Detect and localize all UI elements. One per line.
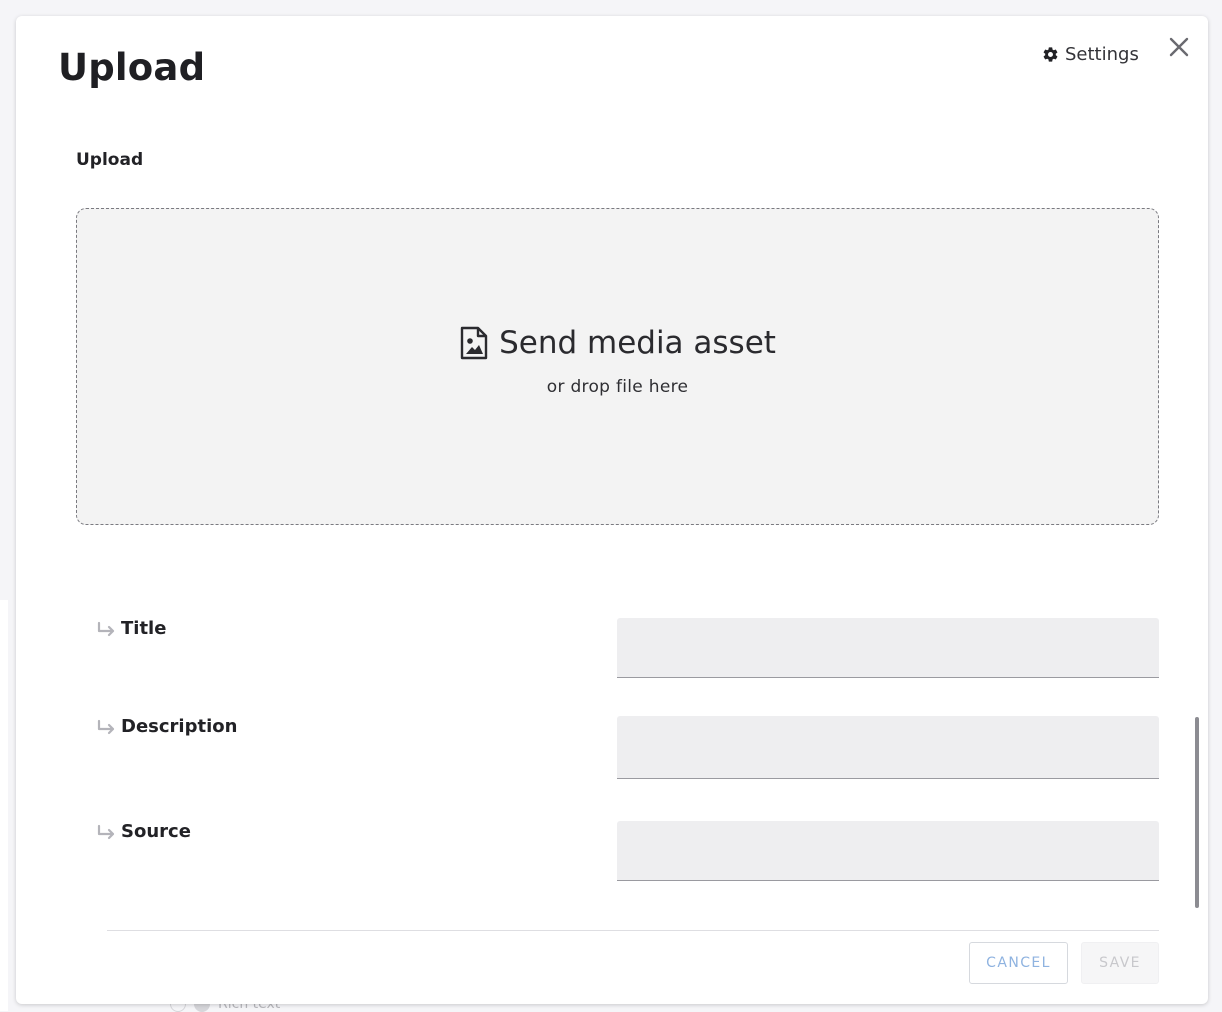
source-label-text: Source [121, 821, 191, 842]
settings-label: Settings [1065, 44, 1139, 65]
image-file-icon [460, 326, 488, 360]
close-icon [1169, 37, 1189, 57]
footer-divider [107, 930, 1159, 931]
settings-button[interactable]: Settings [1042, 44, 1139, 65]
save-button[interactable]: SAVE [1081, 942, 1159, 984]
gear-icon [1043, 47, 1058, 62]
modal-title: Upload [58, 46, 206, 89]
arrow-return-right-icon [97, 824, 115, 839]
dropzone-sub-text: or drop file here [546, 377, 689, 397]
dropzone-main: Send media asset [77, 325, 1158, 361]
close-button[interactable] [1166, 34, 1192, 60]
upload-modal: Upload Settings Upload Send media asset … [16, 16, 1208, 1004]
description-label-text: Description [121, 716, 238, 737]
title-label-text: Title [121, 618, 167, 639]
backdrop-strip [0, 600, 8, 1011]
cancel-button[interactable]: CANCEL [969, 942, 1068, 984]
dropzone-main-text: Send media asset [499, 325, 776, 361]
arrow-return-right-icon [97, 621, 115, 636]
source-input[interactable] [617, 821, 1159, 881]
modal-scrollbar[interactable] [1194, 714, 1200, 908]
scrollbar-thumb[interactable] [1195, 717, 1199, 908]
description-field-label: Description [96, 716, 237, 737]
arrow-return-right-icon [97, 719, 115, 734]
title-input[interactable] [617, 618, 1159, 678]
description-input[interactable] [617, 716, 1159, 779]
upload-section-label: Upload [76, 150, 144, 170]
title-field-label: Title [96, 618, 166, 639]
source-field-label: Source [96, 821, 191, 842]
media-dropzone[interactable]: Send media asset or drop file here [76, 208, 1159, 525]
